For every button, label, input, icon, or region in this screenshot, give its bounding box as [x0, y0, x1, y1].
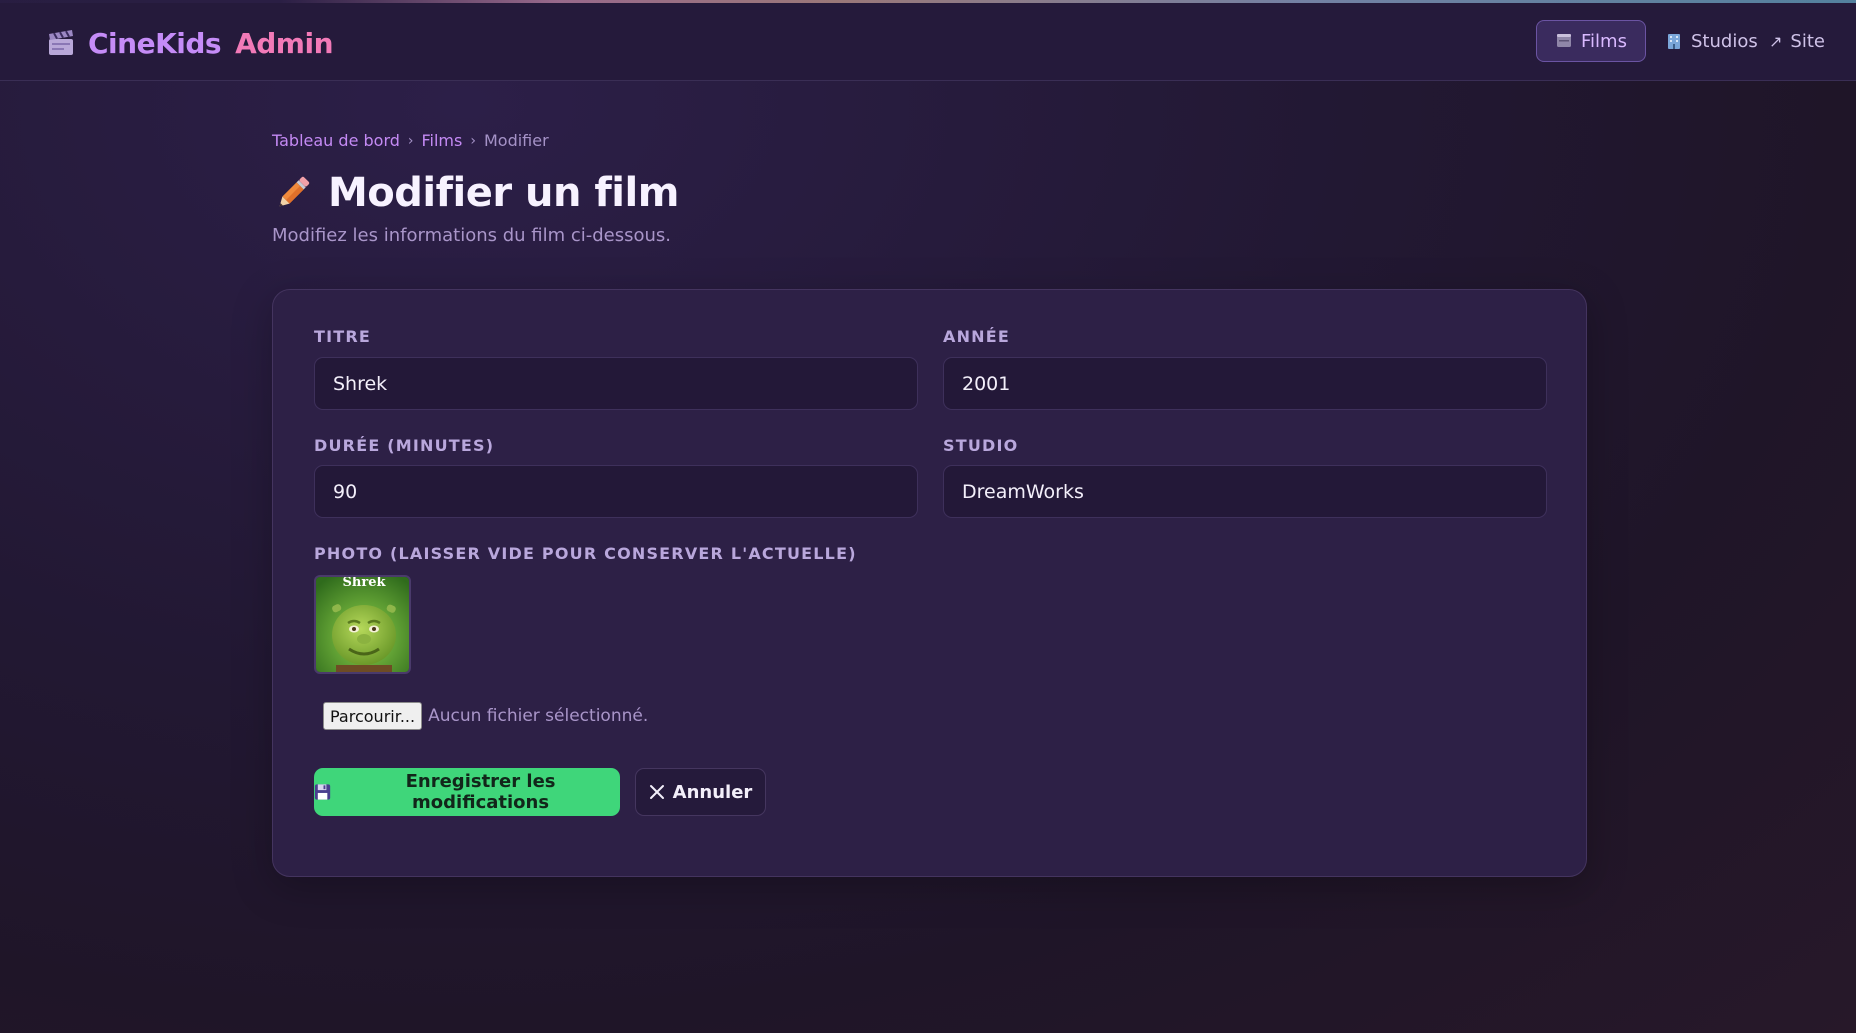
top-navbar: CineKids Admin Films Studios ↗ Site	[0, 3, 1856, 81]
save-button-label: Enregistrer les modifications	[405, 771, 556, 813]
duree-label: Durée (minutes)	[314, 436, 495, 455]
edit-film-form: Titre Année Durée (minutes) Studio Photo…	[272, 289, 1587, 877]
breadcrumb-current: Modifier	[483, 131, 549, 150]
studio-input[interactable]	[943, 465, 1547, 518]
file-status-text: Aucun fichier sélectionné.	[428, 706, 649, 726]
nav-item-films[interactable]: Films	[1536, 20, 1646, 62]
nav-label-studios: Studios	[1691, 30, 1758, 52]
nav-item-studios[interactable]: Studios	[1665, 20, 1765, 62]
breadcrumb-link-dashboard[interactable]: Tableau de bord	[272, 131, 400, 150]
breadcrumb: Tableau de bord › Films › Modifier	[272, 131, 549, 150]
breadcrumb-separator: ›	[407, 132, 414, 149]
file-input-row: Parcourir... Aucun fichier sélectionné.	[323, 702, 648, 730]
current-poster-image: Shrek	[314, 575, 411, 674]
cancel-button[interactable]: Annuler	[635, 768, 766, 816]
browse-file-button[interactable]: Parcourir...	[323, 702, 423, 730]
annee-label: Année	[943, 327, 1011, 346]
titre-label: Titre	[314, 327, 372, 346]
nav-label-site: Site	[1790, 30, 1825, 52]
annee-input[interactable]	[943, 357, 1547, 410]
clapperboard-icon	[49, 30, 73, 55]
cancel-button-label: Annuler	[672, 781, 753, 803]
breadcrumb-separator: ›	[470, 132, 476, 149]
pencil-icon	[279, 176, 310, 207]
shrek-poster-art: Shrek	[316, 577, 409, 672]
page-title: Modifier un film	[272, 168, 679, 218]
studio-label: Studio	[943, 436, 1019, 455]
floppy-disk-icon	[314, 784, 331, 800]
external-link-icon: ↗	[1769, 31, 1783, 51]
duree-input[interactable]	[314, 465, 918, 518]
poster-caption: Shrek	[343, 577, 387, 590]
brand-name-cinekids: CineKids	[88, 26, 222, 60]
page-heading: Modifier un film	[328, 170, 679, 216]
page-subtitle: Modifiez les informations du film ci-des…	[272, 225, 672, 246]
nav-label-films: Films	[1581, 30, 1627, 52]
breadcrumb-link-films[interactable]: Films	[422, 131, 463, 150]
brand-name-admin: Admin	[235, 26, 333, 60]
close-icon	[649, 785, 664, 799]
building-icon	[1668, 34, 1680, 49]
nav-item-site[interactable]: ↗ Site	[1769, 20, 1829, 62]
film-icon	[1557, 34, 1572, 47]
brand-logo[interactable]: CineKids Admin	[46, 23, 333, 63]
titre-input[interactable]	[314, 357, 918, 410]
photo-label: Photo (laisser vide pour conserver l'act…	[314, 544, 857, 563]
save-button[interactable]: Enregistrer les modifications	[314, 768, 620, 816]
